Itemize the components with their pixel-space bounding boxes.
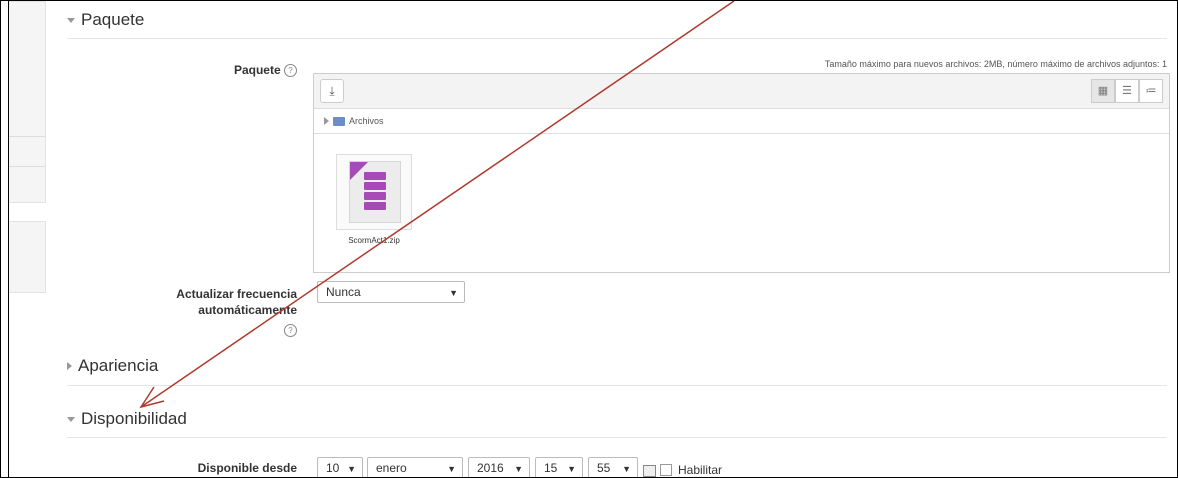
screenshot-frame: Paquete Paquete ? Tamaño máximo para nue… — [0, 0, 1178, 478]
annotation-arrow — [139, 1, 735, 409]
